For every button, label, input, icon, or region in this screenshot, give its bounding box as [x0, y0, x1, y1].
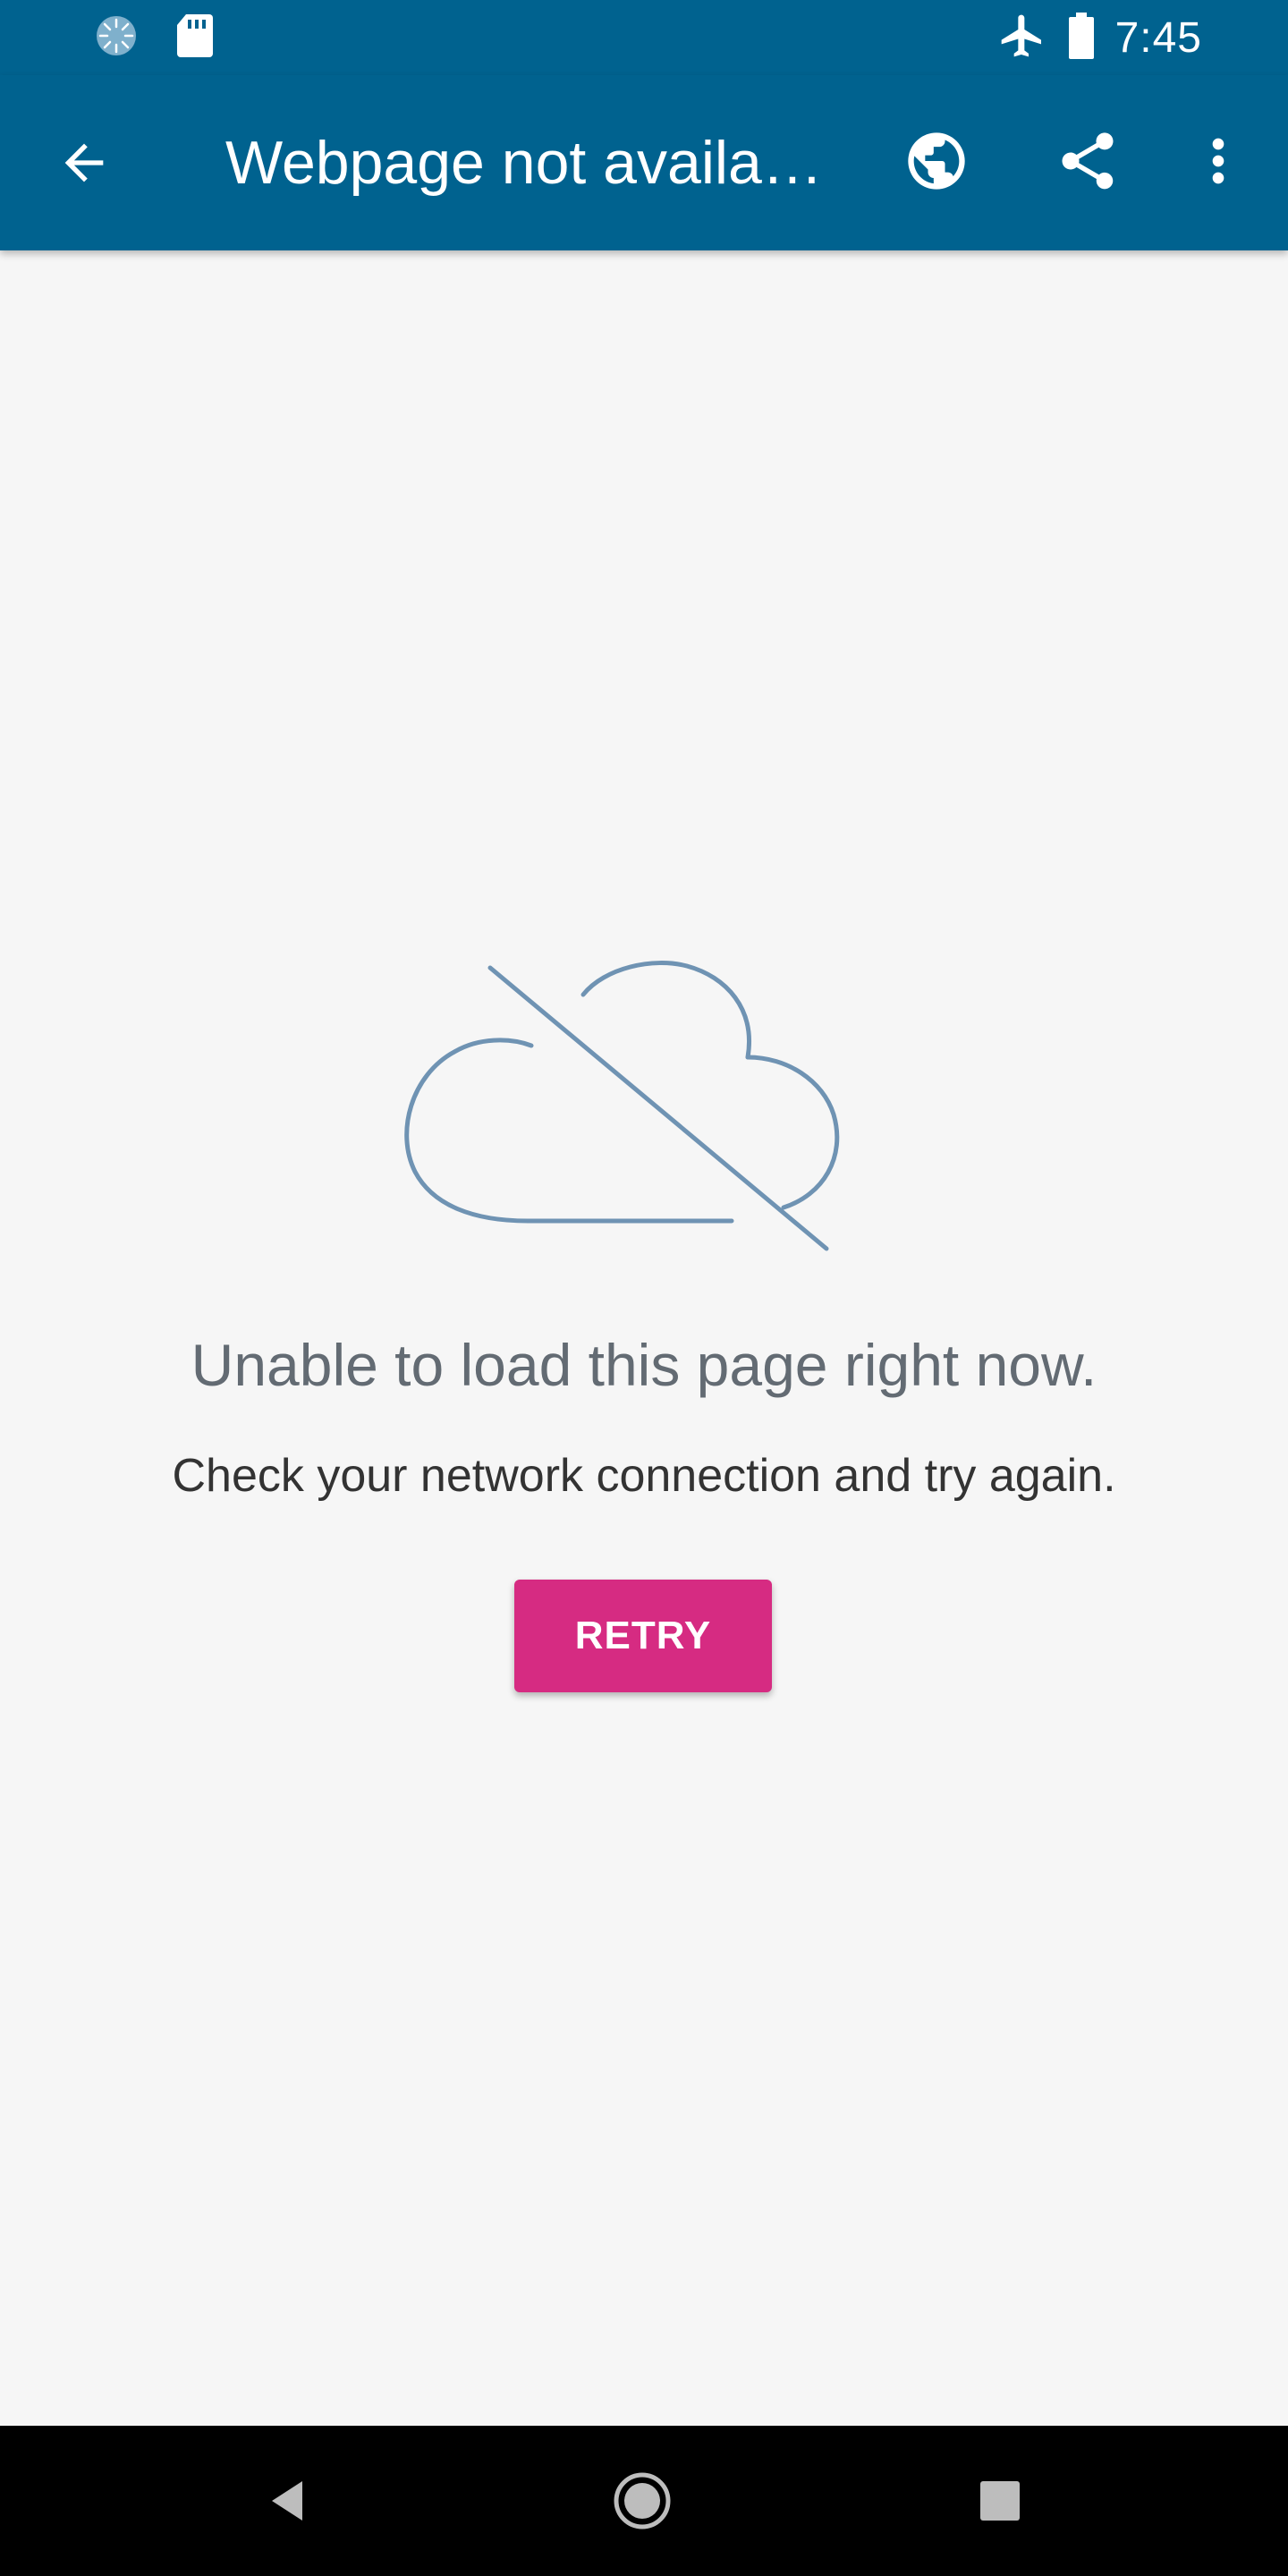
- page-title: Webpage not availa…: [225, 129, 823, 197]
- status-right-icons: 7:45: [997, 9, 1202, 66]
- sd-card-icon: [175, 13, 215, 64]
- arrow-back-icon: [55, 134, 113, 196]
- airplane-mode-icon: [997, 11, 1047, 65]
- error-content: Unable to load this page right now. Chec…: [0, 250, 1288, 2426]
- status-time: 7:45: [1114, 13, 1202, 62]
- nav-back-icon: [263, 2476, 313, 2530]
- status-left-icons: [93, 13, 215, 64]
- nav-home-button[interactable]: [605, 2465, 680, 2540]
- error-title: Unable to load this page right now.: [191, 1332, 1097, 1398]
- globe-icon: [902, 127, 970, 199]
- battery-icon: [1067, 11, 1096, 65]
- screen: 7:45 Webpage not availa… Unable to load …: [0, 0, 1288, 2576]
- sync-spinner-icon: [93, 13, 140, 64]
- error-subtitle: Check your network connection and try ag…: [172, 1450, 1116, 1502]
- share-icon: [1054, 127, 1122, 199]
- back-button[interactable]: [47, 127, 122, 202]
- system-nav-bar: [0, 2426, 1288, 2576]
- nav-recents-icon: [979, 2479, 1021, 2527]
- more-options-button[interactable]: [1179, 123, 1258, 202]
- app-bar: Webpage not availa…: [0, 75, 1288, 250]
- status-bar: 7:45: [0, 0, 1288, 75]
- nav-recents-button[interactable]: [962, 2465, 1038, 2540]
- more-vert-icon: [1184, 127, 1252, 199]
- cloud-offline-icon: [394, 957, 894, 1297]
- nav-back-button[interactable]: [250, 2465, 326, 2540]
- nav-home-icon: [612, 2470, 673, 2536]
- share-button[interactable]: [1048, 123, 1127, 202]
- retry-button[interactable]: RETRY: [514, 1580, 772, 1692]
- open-in-browser-button[interactable]: [897, 123, 976, 202]
